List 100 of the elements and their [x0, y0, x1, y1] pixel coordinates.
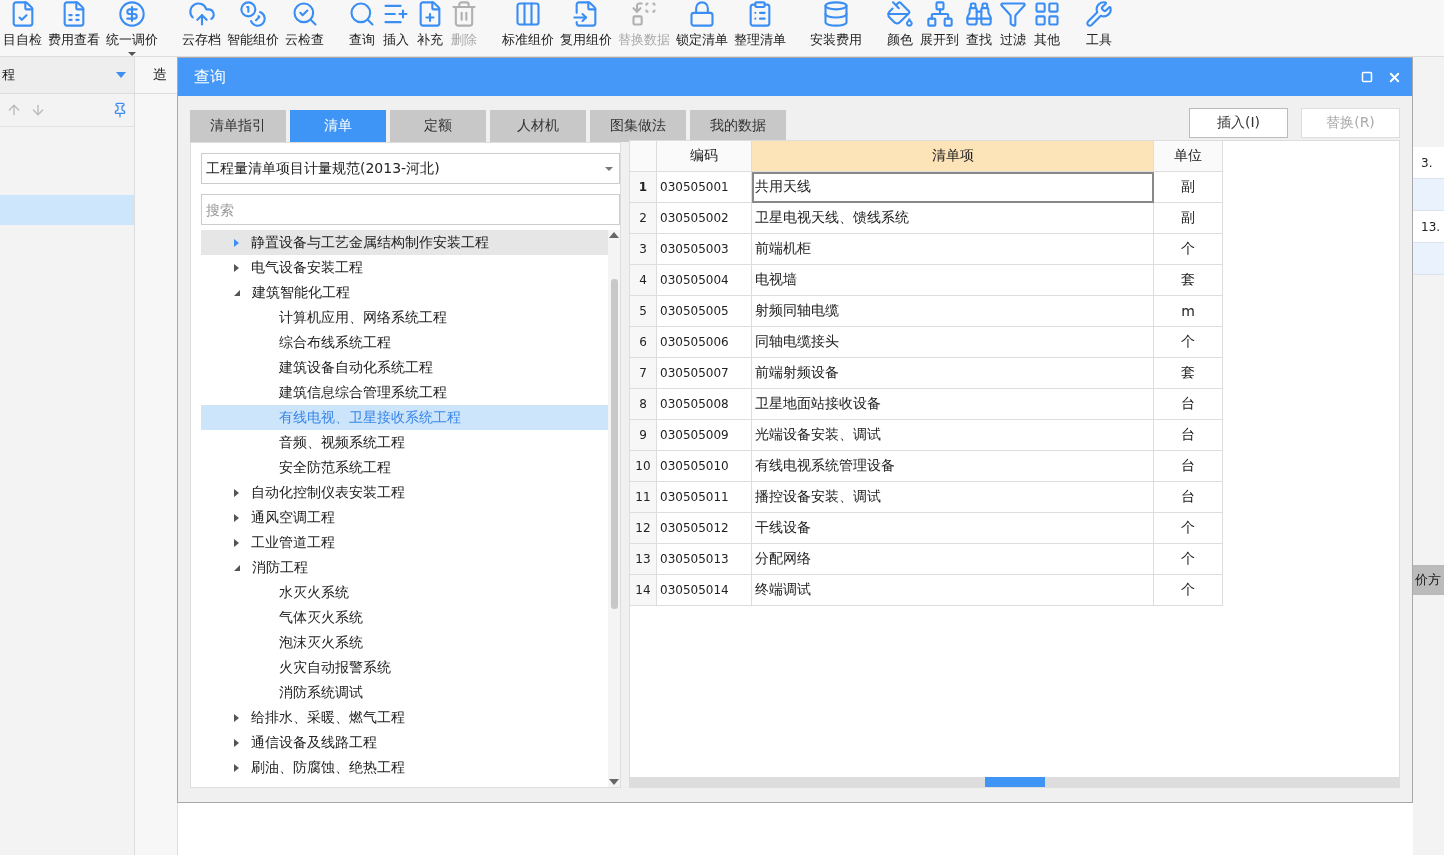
toolbar-button[interactable]: 标准组价 [499, 0, 557, 54]
tree-item[interactable]: 泡沫灭火系统 [201, 630, 608, 655]
toolbar-button[interactable]: 费用查看 [45, 0, 103, 54]
toolbar-button[interactable]: 补充 [413, 0, 447, 54]
maximize-icon[interactable] [1361, 71, 1373, 83]
toolbar-button[interactable]: 锁定清单 [673, 0, 731, 54]
tree-item[interactable]: 消防工程 [201, 555, 608, 580]
tree-item[interactable]: 消防系统调试 [201, 680, 608, 705]
collapse-icon[interactable] [234, 289, 240, 296]
row-number: 13 [630, 544, 657, 575]
table-cell: 030505005 [657, 296, 752, 327]
toolbar-button[interactable]: 插入 [379, 0, 413, 54]
column-header: 单位 [1154, 141, 1223, 172]
search-icon [348, 0, 376, 28]
expand-icon[interactable] [234, 713, 239, 722]
table-cell: 卫星地面站接收设备 [752, 389, 1154, 420]
tree-item[interactable]: 通风空调工程 [201, 505, 608, 530]
row-number: 5 [630, 296, 657, 327]
expand-icon[interactable] [234, 488, 239, 497]
tree-item[interactable]: 刷油、防腐蚀、绝热工程 [201, 755, 608, 780]
table-cell: m [1154, 296, 1223, 327]
tab[interactable]: 价方 [1413, 565, 1444, 595]
tree-item[interactable]: 计算机应用、网络系统工程 [201, 305, 608, 330]
panel-header[interactable]: 程 [0, 57, 134, 94]
toolbar-button[interactable]: 目自检 [0, 0, 45, 54]
standard-dropdown[interactable]: 工程量清单项目计量规范(2013-河北) [201, 153, 620, 184]
table-cell: 030505002 [657, 203, 752, 234]
tab[interactable]: 人材机 [490, 110, 586, 142]
table-cell: 分配网络 [752, 544, 1154, 575]
table-cell: 套 [1154, 265, 1223, 296]
table-cell: 前端射频设备 [752, 358, 1154, 389]
tab[interactable]: 定额 [390, 110, 486, 142]
toolbar-button[interactable]: 展开到 [917, 0, 962, 54]
table-cell: 播控设备安装、调试 [752, 482, 1154, 513]
toolbar-button[interactable]: 智能组价 [224, 0, 282, 54]
wrench-icon [1085, 0, 1113, 28]
row-number: 10 [630, 451, 657, 482]
toolbar-button[interactable]: 云存档 [179, 0, 224, 54]
expand-icon[interactable] [234, 738, 239, 747]
tree-item[interactable]: 火灾自动报警系统 [201, 655, 608, 680]
row-number: 7 [630, 358, 657, 389]
column-header: 清单项 [752, 141, 1154, 172]
toolbar-button[interactable]: 工具 [1082, 0, 1116, 54]
row-number: 14 [630, 575, 657, 606]
toolbar-button[interactable]: 查询 [345, 0, 379, 54]
insert-button[interactable]: 插入(I) [1189, 108, 1288, 138]
expand-icon[interactable] [234, 263, 239, 272]
table-cell: 030505010 [657, 451, 752, 482]
toolbar-button[interactable]: 安装费用 [807, 0, 865, 54]
table-cell: 13. [1413, 211, 1444, 243]
toolbar-button[interactable]: 整理清单 [731, 0, 789, 54]
toolbar-button[interactable]: 过滤 [996, 0, 1030, 54]
tree-item[interactable]: 电气设备安装工程 [201, 255, 608, 280]
tree-item[interactable]: 自动化控制仪表安装工程 [201, 480, 608, 505]
tree-item[interactable]: 气体灭火系统 [201, 605, 608, 630]
toolbar-button[interactable]: 其他 [1030, 0, 1064, 54]
grid-icon [1033, 0, 1061, 28]
row-number: 9 [630, 420, 657, 451]
row-number: 12 [630, 513, 657, 544]
database-icon [822, 0, 850, 28]
expand-icon[interactable] [234, 538, 239, 547]
tree-item[interactable]: 音频、视频系统工程 [201, 430, 608, 455]
paint-bucket-icon [886, 0, 914, 28]
tree-item[interactable]: 通信设备及线路工程 [201, 730, 608, 755]
table-cell: 个 [1154, 544, 1223, 575]
table-cell: 个 [1154, 234, 1223, 265]
tree-item[interactable]: 给排水、采暖、燃气工程 [201, 705, 608, 730]
tree-item[interactable]: 建筑信息综合管理系统工程 [201, 380, 608, 405]
tab[interactable]: 我的数据 [690, 110, 786, 142]
dropdown-icon[interactable] [116, 72, 126, 78]
expand-icon[interactable] [234, 513, 239, 522]
scrollbar[interactable] [630, 777, 1399, 787]
expand-icon[interactable] [234, 763, 239, 772]
table-cell: 电视墙 [752, 265, 1154, 296]
tree-item[interactable]: 工业管道工程 [201, 530, 608, 555]
toolbar-button[interactable]: 查找 [962, 0, 996, 54]
search-field[interactable]: 搜索 [201, 194, 620, 225]
pin-icon[interactable] [112, 102, 128, 118]
table-cell: 台 [1154, 420, 1223, 451]
row-number: 8 [630, 389, 657, 420]
tab[interactable]: 图集做法 [590, 110, 686, 142]
tab[interactable]: 清单指引 [190, 110, 286, 142]
table-cell: 030505012 [657, 513, 752, 544]
toolbar-button[interactable]: 复用组价 [557, 0, 615, 54]
tree-item[interactable]: 建筑设备自动化系统工程 [201, 355, 608, 380]
tree-item[interactable]: 安全防范系统工程 [201, 455, 608, 480]
tree-item[interactable]: 静置设备与工艺金属结构制作安装工程 [201, 230, 608, 255]
collapse-icon[interactable] [234, 564, 240, 571]
toolbar-button[interactable]: 颜色 [883, 0, 917, 54]
tree-item[interactable]: 综合布线系统工程 [201, 330, 608, 355]
scrollbar[interactable] [608, 230, 620, 787]
table-cell: 个 [1154, 575, 1223, 606]
tree-item[interactable]: 建筑智能化工程 [201, 280, 608, 305]
table-cell: 030505013 [657, 544, 752, 575]
toolbar-button[interactable]: 云检查 [282, 0, 327, 54]
coin-icon [239, 0, 267, 28]
tree-item[interactable]: 水灭火系统 [201, 580, 608, 605]
network-icon [925, 0, 954, 28]
column-header: 编码 [657, 141, 752, 172]
cloud-upload-icon [187, 0, 216, 28]
